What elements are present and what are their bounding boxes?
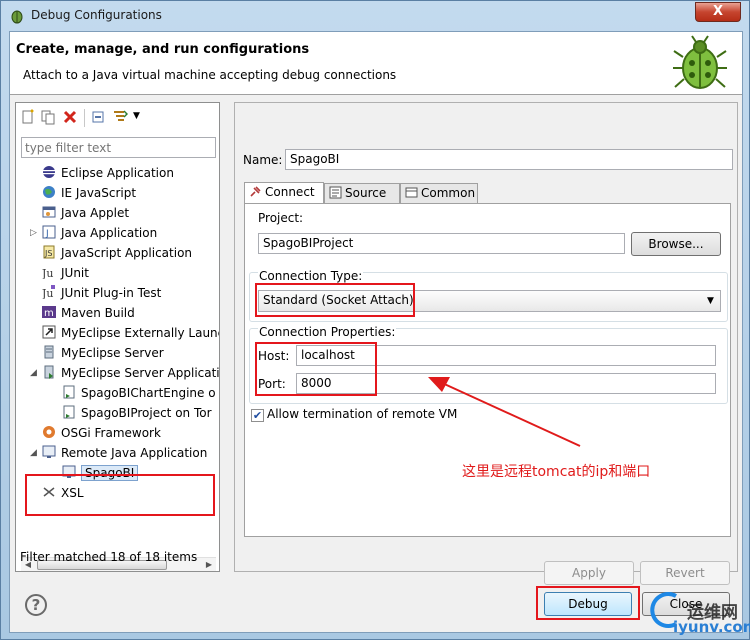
connection-properties-label: Connection Properties: [258,325,397,339]
applet-icon [42,206,56,218]
highlight-debug-button [536,586,640,620]
window-title: Debug Configurations [31,8,162,22]
scroll-right-icon[interactable]: ▶ [202,558,216,572]
highlight-host-port [255,342,377,396]
config-icon [63,405,75,419]
header-banner: Create, manage, and run configurations A… [10,32,742,95]
dropdown-arrow-icon: ▼ [133,111,140,121]
tree-item-osgi-framework[interactable]: OSGi Framework [42,423,161,443]
help-icon[interactable]: ? [25,594,47,616]
tab-common[interactable]: Common [400,183,478,204]
tree-item-remote-java-application[interactable]: Remote Java Application [42,443,207,463]
tree-item-maven-build[interactable]: m Maven Build [42,303,135,323]
tree-item-ie-javascript[interactable]: IE JavaScript [42,183,136,203]
name-label: Name: [243,153,283,167]
bug-icon [673,35,727,89]
configurations-tree-pane: ▼ Eclipse Application IE JavaScript Java… [15,102,220,572]
new-configuration-button[interactable] [20,109,38,127]
browse-button[interactable]: Browse... [631,232,721,256]
connection-type-label: Connection Type: [258,269,364,283]
debug-icon [11,10,23,24]
chevron-down-icon: ▼ [707,296,714,306]
revert-button[interactable]: Revert [640,561,730,585]
new-config-icon [22,109,34,124]
banner-description: Attach to a Java virtual machine accepti… [23,68,397,82]
server-app-icon [44,365,54,379]
dialog-client-area: Create, manage, and run configurations A… [9,31,750,636]
filter-icon [114,110,129,121]
tree-item-myeclipse-server[interactable]: MyEclipse Server [42,343,164,363]
highlight-connection-type [255,283,415,317]
delete-button[interactable] [62,109,80,127]
remote-java-icon [42,445,56,458]
tree-item-java-applet[interactable]: Java Applet [42,203,129,223]
java-app-icon: J [42,225,56,239]
highlight-remote-java-application [25,474,215,516]
project-label: Project: [258,211,304,225]
annotation-arrow-icon [428,377,581,447]
filter-input[interactable] [21,137,216,158]
allow-termination-checkbox[interactable]: ✔ [251,409,264,422]
globe-icon [43,186,55,198]
window-close-button[interactable]: X [695,2,741,22]
collapse-all-button[interactable] [90,109,108,127]
config-icon [63,385,75,399]
apply-button[interactable]: Apply [544,561,634,585]
js-app-icon: JS [43,245,55,259]
junit-plugin-icon: Ju [42,285,55,299]
connect-icon [250,186,261,197]
expand-java-application-icon[interactable]: ▷ [30,223,37,243]
svg-text:Ju: Ju [42,267,54,279]
source-icon [329,186,342,199]
annotation-text: 这里是远程tomcat的ip和端口 [462,464,651,480]
collapse-remote-java-application-icon[interactable]: ◢ [30,443,37,463]
toolbar-separator [84,109,85,127]
title-bar[interactable]: Debug Configurations X [1,1,749,31]
configuration-editor-pane: Name: SpagoBI Connect Source Common Proj… [234,102,738,585]
duplicate-button[interactable] [40,109,58,127]
duplicate-icon [41,110,55,125]
tree-item-spagobichartengine[interactable]: SpagoBIChartEngine o [62,383,216,403]
tree-item-myeclipse-externally-launched[interactable]: MyEclipse Externally Launc [42,323,219,343]
tree-item-junit[interactable]: Ju JUnit [42,263,89,283]
osgi-icon [43,426,55,438]
eclipse-icon [43,166,55,178]
filter-status-text: Filter matched 18 of 18 items [20,550,198,564]
delete-icon [63,110,77,124]
svg-text:JS: JS [44,249,52,258]
external-launch-icon [42,325,56,339]
junit-icon: Ju [42,267,54,279]
tab-source[interactable]: Source [324,183,400,204]
collapse-myeclipse-server-application-icon[interactable]: ◢ [30,363,37,383]
collapse-all-icon [92,111,104,123]
filter-menu-button[interactable]: ▼ [112,109,144,127]
watermark-url: iyunv.com [673,618,750,636]
common-icon [405,187,418,198]
tree-item-junit-plugin-test[interactable]: Ju JUnit Plug-in Test [42,283,161,303]
banner-title: Create, manage, and run configurations [16,42,310,57]
name-input[interactable]: SpagoBI [285,149,733,170]
server-icon [44,345,54,359]
tab-connect[interactable]: Connect [244,182,324,204]
connect-tab-panel: Project: SpagoBIProject Browse... Connec… [244,203,731,537]
tree-item-eclipse-application[interactable]: Eclipse Application [42,163,174,183]
maven-icon: m [42,306,56,319]
svg-text:m: m [44,308,54,319]
tree-item-javascript-application[interactable]: JS JavaScript Application [42,243,192,263]
configuration-tree[interactable]: Eclipse Application IE JavaScript Java A… [16,163,219,527]
tree-item-myeclipse-server-application[interactable]: MyEclipse Server Applicati [42,363,219,383]
tree-item-java-application[interactable]: J Java Application [42,223,157,243]
debug-configurations-window: Debug Configurations X Create, manage, a… [0,0,750,640]
tree-item-spagobiproject-on-tomcat[interactable]: SpagoBIProject on Tor [62,403,212,423]
svg-text:J: J [45,229,49,239]
project-input[interactable]: SpagoBIProject [258,233,625,254]
